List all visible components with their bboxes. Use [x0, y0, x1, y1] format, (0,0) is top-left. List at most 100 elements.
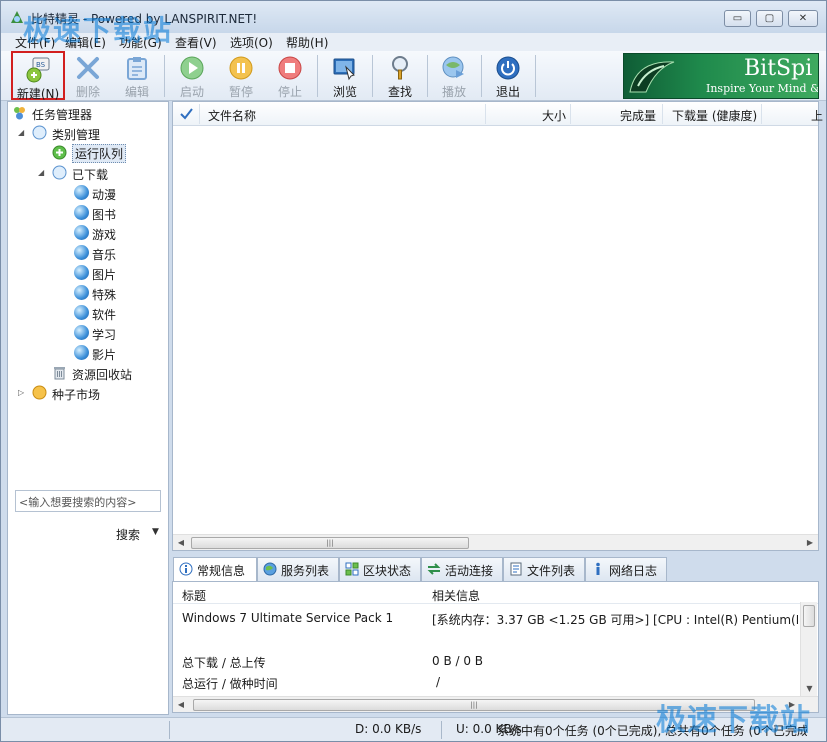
tree-label: 学习 — [92, 328, 117, 342]
app-window: 比特精灵 - Powered by LANSPIRIT.NET! ▭ ▢ ✕ 文… — [0, 0, 827, 742]
exit-icon — [496, 56, 520, 80]
file-list-hscrollbar[interactable]: ◀ ||| ▶ — [173, 534, 818, 550]
column-completed[interactable]: 完成量 — [620, 107, 656, 124]
downloaded-icon — [52, 165, 67, 180]
running-queue-icon — [52, 145, 67, 160]
tab-label: 文件列表 — [527, 564, 576, 578]
file-list: 文件名称 大小 完成量 下载量 (健康度) 上 ◀ ||| ▶ — [172, 101, 823, 551]
file-list-icon — [510, 562, 522, 576]
scroll-thumb[interactable] — [803, 605, 815, 627]
close-button[interactable]: ✕ — [788, 10, 818, 27]
general-info-panel: 标题 相关信息 Windows 7 Ultimate Service Pack … — [172, 581, 819, 713]
stop-button[interactable]: 停止 — [263, 51, 317, 100]
menu-help[interactable]: 帮助(H) — [286, 34, 328, 51]
toolbar-separator — [535, 55, 536, 97]
svg-text:BS: BS — [36, 61, 46, 69]
start-icon — [180, 56, 204, 80]
column-divider — [199, 104, 200, 124]
maximize-button[interactable]: ▢ — [756, 10, 783, 27]
column-upload[interactable]: 上 — [811, 107, 823, 124]
search-dropdown-icon[interactable]: ▼ — [152, 527, 159, 537]
tree-label: 影片 — [92, 348, 117, 362]
find-icon — [392, 56, 408, 80]
category-bullet-icon — [74, 225, 89, 240]
stop-icon — [278, 56, 302, 80]
play-label: 播放 — [441, 85, 466, 99]
column-downloaded[interactable]: 下载量 (健康度) — [672, 107, 757, 124]
edit-button[interactable]: 编辑 — [110, 51, 164, 100]
info-run-time-value: / — [436, 675, 441, 689]
browse-label: 浏览 — [332, 85, 357, 99]
expand-arrow-icon[interactable]: ▷ — [18, 389, 26, 397]
info-icon — [179, 562, 193, 576]
search-input[interactable]: <输入想要搜索的内容> — [15, 490, 161, 512]
new-task-label: 新建(N) — [16, 87, 60, 101]
delete-button[interactable]: 删除 — [61, 51, 115, 100]
eye-logo-icon — [629, 61, 675, 93]
column-filename[interactable]: 文件名称 — [208, 107, 256, 124]
status-divider — [169, 721, 170, 739]
browse-button[interactable]: 浏览 — [318, 51, 372, 100]
watermark-bottom: 极速下载站 — [656, 703, 811, 738]
tab-general-info[interactable]: 常规信息 — [173, 557, 257, 582]
scroll-left-arrow-icon[interactable]: ◀ — [174, 698, 188, 712]
pause-button[interactable]: 暂停 — [214, 51, 268, 100]
tab-active-connections[interactable]: 活动连接 — [421, 557, 503, 581]
tab-label: 活动连接 — [445, 564, 494, 578]
info-tabs: 常规信息 服务列表 区块状态 活动连接 文件列表 网络日志 — [172, 557, 819, 582]
scroll-down-arrow-icon[interactable]: ▼ — [803, 683, 816, 695]
category-bullet-icon — [74, 205, 89, 220]
column-divider — [570, 104, 571, 124]
tree-label: 任务管理器 — [32, 108, 93, 122]
info-vscrollbar[interactable]: ▼ — [800, 602, 817, 696]
scroll-left-arrow-icon[interactable]: ◀ — [174, 536, 188, 550]
checkmark-icon[interactable] — [180, 108, 193, 120]
start-button[interactable]: 启动 — [165, 51, 219, 100]
category-bullet-icon — [74, 185, 89, 200]
tree-label: 动漫 — [92, 188, 117, 202]
status-download-speed: D: 0.0 KB/s — [355, 722, 422, 736]
bitspirit-banner[interactable]: BitSpi Inspire Your Mind & — [623, 53, 819, 99]
info-header-details: 相关信息 — [432, 589, 481, 603]
tree-label: 资源回收站 — [72, 368, 133, 382]
tab-network-log[interactable]: 网络日志 — [585, 557, 667, 581]
delete-icon — [77, 57, 99, 79]
play-icon — [442, 56, 464, 78]
category-bullet-icon — [74, 345, 89, 360]
seed-market-icon — [32, 385, 47, 400]
exit-button[interactable]: 退出 — [481, 51, 535, 100]
collapse-arrow-icon[interactable]: ◢ — [38, 169, 46, 177]
blocks-icon — [345, 562, 359, 576]
edit-icon — [127, 57, 147, 80]
column-size[interactable]: 大小 — [542, 107, 566, 124]
status-divider — [441, 721, 442, 739]
tree-label: 图书 — [92, 208, 117, 222]
toolbar: BS 新建(N) 删除 编辑 启动 暂停 停止 浏览 查找 播放 退出 BitS… — [1, 51, 826, 101]
find-label: 查找 — [387, 85, 412, 99]
info-header-title: 标题 — [182, 589, 207, 603]
play-button[interactable]: 播放 — [427, 51, 481, 100]
browse-icon — [333, 58, 355, 81]
minimize-button[interactable]: ▭ — [724, 10, 751, 27]
recycle-bin-icon — [54, 367, 65, 380]
tab-service-list[interactable]: 服务列表 — [257, 557, 339, 581]
tree-label: 特殊 — [92, 288, 117, 302]
tab-label: 服务列表 — [281, 564, 330, 578]
find-button[interactable]: 查找 — [373, 51, 427, 100]
tab-block-status[interactable]: 区块状态 — [339, 557, 421, 581]
collapse-arrow-icon[interactable]: ◢ — [18, 129, 26, 137]
new-task-button[interactable]: BS 新建(N) — [11, 51, 65, 101]
tab-label: 网络日志 — [609, 564, 658, 578]
info-total-transfer-key: 总下载 / 总上传 — [182, 656, 266, 670]
pause-label: 暂停 — [228, 85, 253, 99]
scroll-thumb[interactable]: ||| — [191, 537, 469, 549]
category-bullet-icon — [74, 305, 89, 320]
tab-file-list[interactable]: 文件列表 — [503, 557, 585, 581]
pause-icon — [229, 56, 253, 80]
scroll-right-arrow-icon[interactable]: ▶ — [803, 536, 817, 550]
connections-icon — [427, 563, 441, 575]
menu-view[interactable]: 查看(V) — [175, 34, 217, 51]
globe-icon — [263, 562, 277, 576]
menu-options[interactable]: 选项(O) — [230, 34, 273, 51]
search-button[interactable]: 搜索 — [116, 526, 140, 543]
